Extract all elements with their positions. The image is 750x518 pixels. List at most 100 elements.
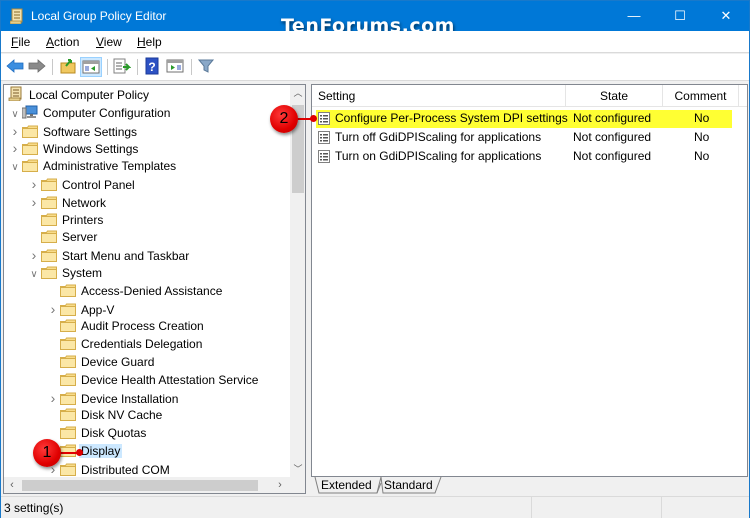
chevron-right-icon[interactable]: › [46,300,60,318]
tree-item[interactable]: Audit Process Creation [46,317,204,335]
tree-item[interactable]: Server [27,228,97,246]
folder-icon [60,355,76,368]
tree-item[interactable]: Disk NV Cache [46,406,162,424]
scroll-left-arrow-icon[interactable]: ‹ [4,477,20,493]
scroll-down-arrow-icon[interactable]: ﹀ [290,461,305,477]
chevron-right-icon[interactable]: › [27,175,41,193]
minimize-button[interactable]: — [611,1,657,31]
tree-item-label: App-V [81,302,115,317]
tree-item[interactable]: Device Guard [46,353,154,371]
tab-standard[interactable]: Standard [378,477,439,495]
folder-icon [41,213,57,226]
tree-item-label: System [62,266,103,280]
folder-icon [60,426,76,440]
list-row[interactable]: Turn on GdiDPIScaling for applications No… [312,147,747,166]
menu-action[interactable]: Action [46,35,79,49]
list-row[interactable]: Turn off GdiDPIScaling for applications N… [312,128,747,147]
scroll-thumb[interactable] [22,480,258,491]
status-segment [661,497,747,518]
menu-action-label: ction [54,35,80,49]
chevron-right-icon[interactable]: › [46,389,60,407]
tree-item-label: Local Computer Policy [29,88,150,102]
chevron-down-icon[interactable]: ∨ [27,266,41,284]
callout-1-badge: 1 [33,439,61,467]
tree-item-label: Server [62,230,98,245]
policy-setting-icon [318,150,330,163]
tree-item[interactable]: › Network [27,193,106,211]
tree-item-label: Control Panel [62,178,135,192]
callout-2-badge: 2 [270,105,298,133]
chevron-right-icon[interactable]: › [8,139,22,157]
tree-item-label: Audit Process Creation [81,319,204,334]
tree-item[interactable]: Disk Quotas [46,424,146,442]
tree-item[interactable]: › Device Installation [46,389,179,407]
up-one-level-button[interactable] [58,57,80,77]
status-segment [531,497,661,518]
folder-icon [41,230,57,244]
settings-list[interactable]: Setting State Comment Configure Per-Proc… [311,84,748,477]
chevron-right-icon[interactable]: › [27,246,41,264]
export-list-button[interactable] [111,57,133,77]
tree-item[interactable]: › Software Settings [8,122,137,140]
close-button[interactable]: ✕ [703,1,749,31]
folder-icon [41,178,57,191]
tree-vertical-scrollbar[interactable]: ︿ ﹀ [290,85,305,477]
toolbar-separator [191,59,192,75]
tree-item[interactable]: Printers [27,211,103,229]
chevron-right-icon[interactable]: › [27,193,41,211]
folder-up-icon [60,59,76,74]
list-row[interactable]: Configure Per-Process System DPI setting… [312,109,747,128]
menu-view[interactable]: View [96,35,122,49]
setting-name: Configure Per-Process System DPI setting… [335,111,568,125]
title-bar[interactable]: Local Group Policy Editor TenForums.com … [1,1,749,37]
tree-item[interactable]: Access-Denied Assistance [46,282,222,300]
help-button[interactable]: ? [142,57,164,77]
tree-horizontal-scrollbar[interactable]: ‹ › [4,477,290,493]
show-hide-action-pane-button[interactable] [165,57,187,77]
policy-setting-icon [318,131,330,144]
folder-icon [41,196,57,209]
scroll-up-arrow-icon[interactable]: ︿ [290,85,305,101]
policy-scroll-icon [8,86,24,102]
filter-funnel-icon [197,59,215,73]
tree-item[interactable]: Device Health Attestation Service [46,371,258,389]
setting-comment: No [694,130,710,144]
setting-state: Not configured [573,130,652,144]
toolbar-separator [107,59,108,75]
back-button[interactable] [5,57,27,77]
menu-help[interactable]: Help [137,35,162,49]
tree-item[interactable]: Credentials Delegation [46,335,202,353]
menu-help-label: elp [145,35,162,49]
folder-icon [60,444,76,457]
tree-item[interactable]: › Control Panel [27,175,135,193]
menu-file[interactable]: File [11,35,30,49]
window-title: Local Group Policy Editor [31,9,167,23]
show-hide-console-tree-button[interactable] [80,57,102,77]
tab-extended[interactable]: Extended [315,477,378,495]
chevron-down-icon[interactable]: ∨ [8,159,22,177]
tree-item-label: Start Menu and Taskbar [62,249,190,264]
scroll-right-arrow-icon[interactable]: › [272,477,288,493]
tree-item[interactable]: ∨ System [27,264,102,282]
console-tree[interactable]: Local Computer Policy ∨ Computer Configura… [3,84,306,494]
tree-item-label: Access-Denied Assistance [81,283,223,298]
maximize-button[interactable]: ☐ [657,1,703,31]
column-header-state[interactable]: State [566,85,663,107]
folder-icon [60,319,76,333]
chevron-right-icon[interactable]: › [8,122,22,140]
tree-item[interactable]: Local Computer Policy [8,86,149,104]
column-header-setting[interactable]: Setting [312,85,566,107]
scrollbar-corner [290,477,305,493]
column-header-comment[interactable]: Comment [663,85,739,107]
filter-button[interactable] [196,57,218,77]
tree-item[interactable]: › App-V [46,300,115,318]
tree-item-label: Software Settings [43,124,138,139]
tree-item[interactable]: › Start Menu and Taskbar [27,246,190,264]
tree-item[interactable]: ∨ Computer Configuration [8,104,170,122]
menu-action-accel: A [46,35,55,49]
policy-setting-icon [318,112,330,125]
tree-item[interactable]: › Windows Settings [8,139,139,157]
tree-item[interactable]: ∨ Administrative Templates [8,157,176,175]
forward-button[interactable] [27,57,49,77]
tree-item[interactable]: › Distributed COM [46,460,170,478]
